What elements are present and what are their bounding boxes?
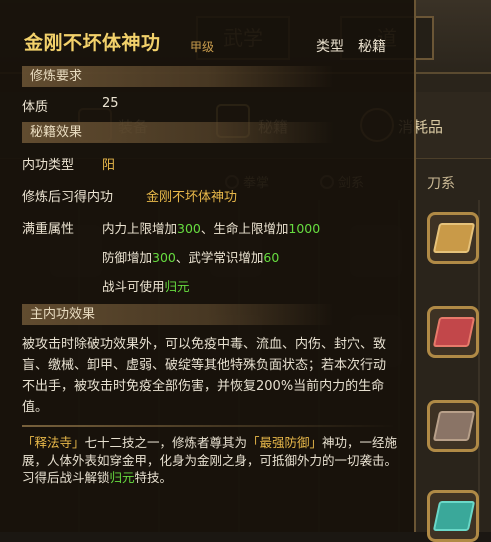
attr-text: 、武学常识增加 xyxy=(175,250,264,265)
gain-value: 金刚不坏体神功 xyxy=(146,190,238,205)
attr-line-2: 防御增加300、武学常识增加60 xyxy=(102,247,279,266)
section-requirements: 修炼要求 xyxy=(22,66,334,87)
item-slot-book[interactable] xyxy=(427,490,479,542)
attr-number: 1000 xyxy=(288,221,321,236)
attr-line-1: 内力上限增加300、生命上限增加1000 xyxy=(102,218,320,237)
attr-text: 防御增加 xyxy=(102,250,153,265)
item-title: 金刚不坏体神功 xyxy=(24,32,161,54)
attr-number: 300 xyxy=(152,250,176,265)
filter-blade[interactable]: 刀系 xyxy=(427,173,455,193)
item-slot-book[interactable] xyxy=(427,400,479,452)
combat-skill-name: 归元 xyxy=(164,279,190,294)
lore-unlock-text: 习得后战斗解锁 xyxy=(22,470,110,485)
item-slot-book[interactable] xyxy=(427,306,479,358)
attr-text: 、生命上限增加 xyxy=(200,221,289,236)
combat-skill-line: 战斗可使用归元 xyxy=(102,276,190,295)
divider xyxy=(22,425,396,427)
internal-type-label: 内功类型 xyxy=(22,158,75,173)
attr-number: 300 xyxy=(177,221,201,236)
full-attr-label: 满重属性 xyxy=(22,222,75,237)
lore-title: 「最强防御」 xyxy=(247,435,323,450)
attr-number: 60 xyxy=(263,250,280,265)
item-slot-book[interactable] xyxy=(427,212,479,264)
item-type-value: 秘籍 xyxy=(358,39,386,55)
lore-unlock-skill: 归元 xyxy=(109,470,135,485)
combat-skill-text: 战斗可使用 xyxy=(102,279,165,294)
item-grade: 甲级 xyxy=(190,40,215,54)
section-effects: 秘籍效果 xyxy=(22,122,334,143)
main-effect-description: 被攻击时除破功效果外，可以免疫中毒、流血、内伤、封穴、致盲、缴械、卸甲、虚弱、破… xyxy=(22,337,387,415)
internal-type-value: 阳 xyxy=(102,158,116,173)
book-icon xyxy=(432,223,476,253)
lore-temple: 「释法寺」 xyxy=(22,435,85,450)
constitution-value: 25 xyxy=(102,96,119,111)
lore-description: 「释法寺」七十二技之一，修炼者尊其为「最强防御」神功，一经施展，人体外表如穿金甲… xyxy=(22,434,402,487)
section-main-effect: 主内功效果 xyxy=(22,304,334,325)
gain-label: 修炼后习得内功 xyxy=(22,190,114,205)
book-icon xyxy=(432,411,476,441)
book-icon xyxy=(432,501,476,531)
tooltip-header: 金刚不坏体神功 甲级 类型 秘籍 xyxy=(0,14,416,58)
lore-text: 七十二技之一，修炼者尊其为 xyxy=(84,435,248,450)
constitution-label: 体质 xyxy=(22,100,49,115)
book-icon xyxy=(432,317,476,347)
lore-unlock-suffix: 特技。 xyxy=(134,470,173,485)
item-tooltip: 金刚不坏体神功 甲级 类型 秘籍 修炼要求 体质 25 秘籍效果 内功类型 阳 … xyxy=(0,0,416,532)
item-type-label: 类型 xyxy=(316,39,344,55)
attr-text: 内力上限增加 xyxy=(102,221,178,236)
